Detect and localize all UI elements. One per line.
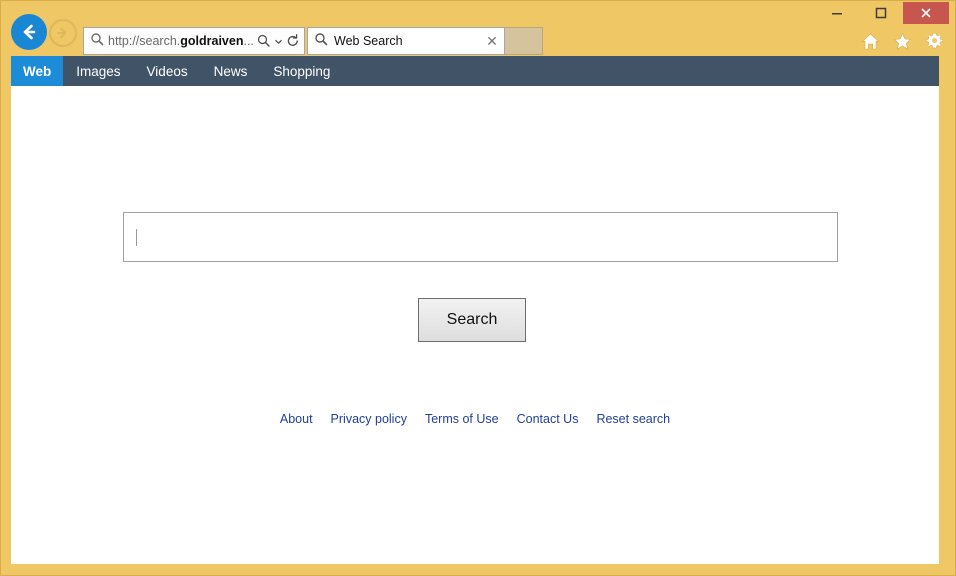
maximize-button[interactable] — [859, 2, 903, 24]
new-tab-button[interactable] — [505, 27, 543, 55]
settings-gear-icon[interactable] — [923, 30, 945, 52]
back-button[interactable] — [11, 14, 47, 50]
site-navigation-bar: Web Images Videos News Shopping — [11, 56, 939, 86]
search-input[interactable] — [123, 212, 838, 262]
address-bar[interactable]: http://search.goldraiven.... — [83, 27, 305, 55]
footer-link-terms-of-use[interactable]: Terms of Use — [425, 412, 499, 426]
refresh-icon[interactable] — [286, 34, 300, 48]
browser-title-bar: http://search.goldraiven.... — [1, 1, 955, 57]
tab-strip: Web Search ✕ — [307, 27, 543, 55]
url-prefix: http://search. — [108, 34, 180, 48]
url-domain: goldraiven — [180, 34, 243, 48]
search-icon — [90, 32, 104, 51]
home-icon[interactable] — [859, 30, 881, 52]
forward-arrow-icon — [55, 25, 71, 41]
text-caret — [136, 229, 137, 246]
footer-link-reset-search[interactable]: Reset search — [596, 412, 670, 426]
magnifier-icon[interactable] — [257, 34, 271, 48]
chevron-down-icon[interactable] — [274, 37, 283, 46]
url-suffix: .... — [243, 34, 254, 48]
browser-window: http://search.goldraiven.... — [0, 0, 956, 576]
footer-link-about[interactable]: About — [280, 412, 313, 426]
nav-item-images[interactable]: Images — [63, 56, 133, 86]
back-arrow-icon — [18, 21, 40, 43]
page-content: Search About Privacy policy Terms of Use… — [11, 86, 939, 564]
nav-item-news[interactable]: News — [201, 56, 261, 86]
minimize-button[interactable] — [815, 2, 859, 24]
window-controls — [815, 2, 949, 24]
favorites-star-icon[interactable] — [891, 30, 913, 52]
search-button[interactable]: Search — [418, 298, 526, 342]
nav-item-web[interactable]: Web — [11, 56, 63, 86]
browser-tab-web-search[interactable]: Web Search ✕ — [307, 27, 505, 55]
footer-link-contact-us[interactable]: Contact Us — [517, 412, 579, 426]
footer-link-privacy-policy[interactable]: Privacy policy — [331, 412, 407, 426]
nav-item-shopping[interactable]: Shopping — [260, 56, 343, 86]
search-icon — [314, 32, 328, 51]
nav-item-videos[interactable]: Videos — [134, 56, 201, 86]
forward-button — [49, 19, 77, 47]
browser-tab-title: Web Search — [334, 34, 484, 48]
close-button[interactable] — [903, 2, 949, 24]
address-bar-url: http://search.goldraiven.... — [108, 28, 254, 54]
browser-toolbar-icons — [859, 30, 945, 52]
close-icon[interactable]: ✕ — [484, 33, 500, 49]
footer-links: About Privacy policy Terms of Use Contac… — [11, 412, 939, 426]
